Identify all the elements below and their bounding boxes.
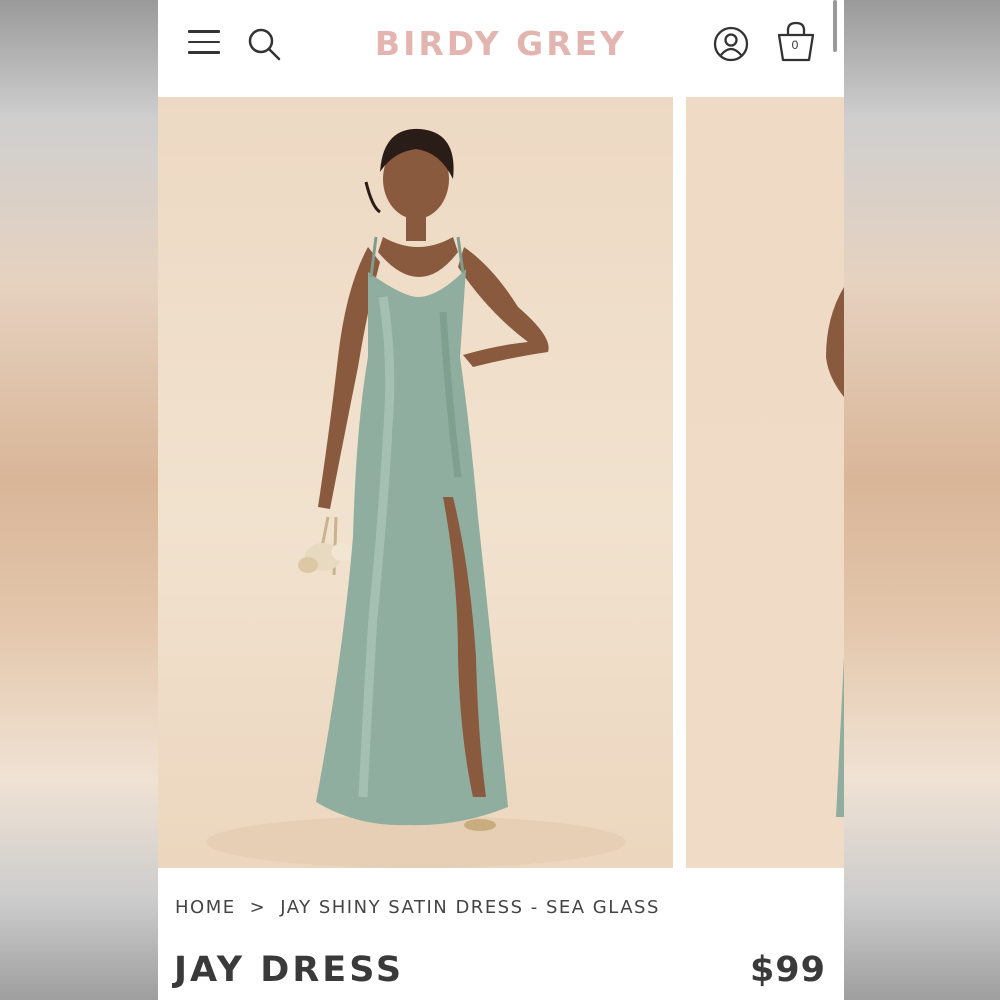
product-image-main[interactable]	[158, 97, 673, 868]
breadcrumb-home-link[interactable]: HOME	[175, 897, 236, 918]
account-icon[interactable]	[713, 26, 749, 67]
product-image-carousel[interactable]	[158, 97, 844, 868]
blurred-background-right	[844, 0, 1000, 1000]
product-title: JAY DRESS	[174, 950, 405, 990]
product-price: $99	[749, 950, 826, 990]
blurred-background-left	[0, 0, 158, 1000]
breadcrumb-separator: >	[249, 897, 267, 918]
product-image-next[interactable]	[686, 97, 844, 868]
shopping-bag-icon[interactable]: 0	[776, 20, 816, 69]
breadcrumb: HOME > JAY SHINY SATIN DRESS - SEA GLASS	[175, 897, 660, 918]
breadcrumb-current: JAY SHINY SATIN DRESS - SEA GLASS	[280, 897, 660, 918]
scrollbar[interactable]	[833, 0, 837, 52]
mobile-page: BIRDY GREY 0 HOME > JAY SHINY SATIN DRES…	[158, 0, 844, 1000]
cart-count-badge: 0	[791, 38, 799, 52]
site-header: BIRDY GREY 0	[158, 0, 844, 97]
